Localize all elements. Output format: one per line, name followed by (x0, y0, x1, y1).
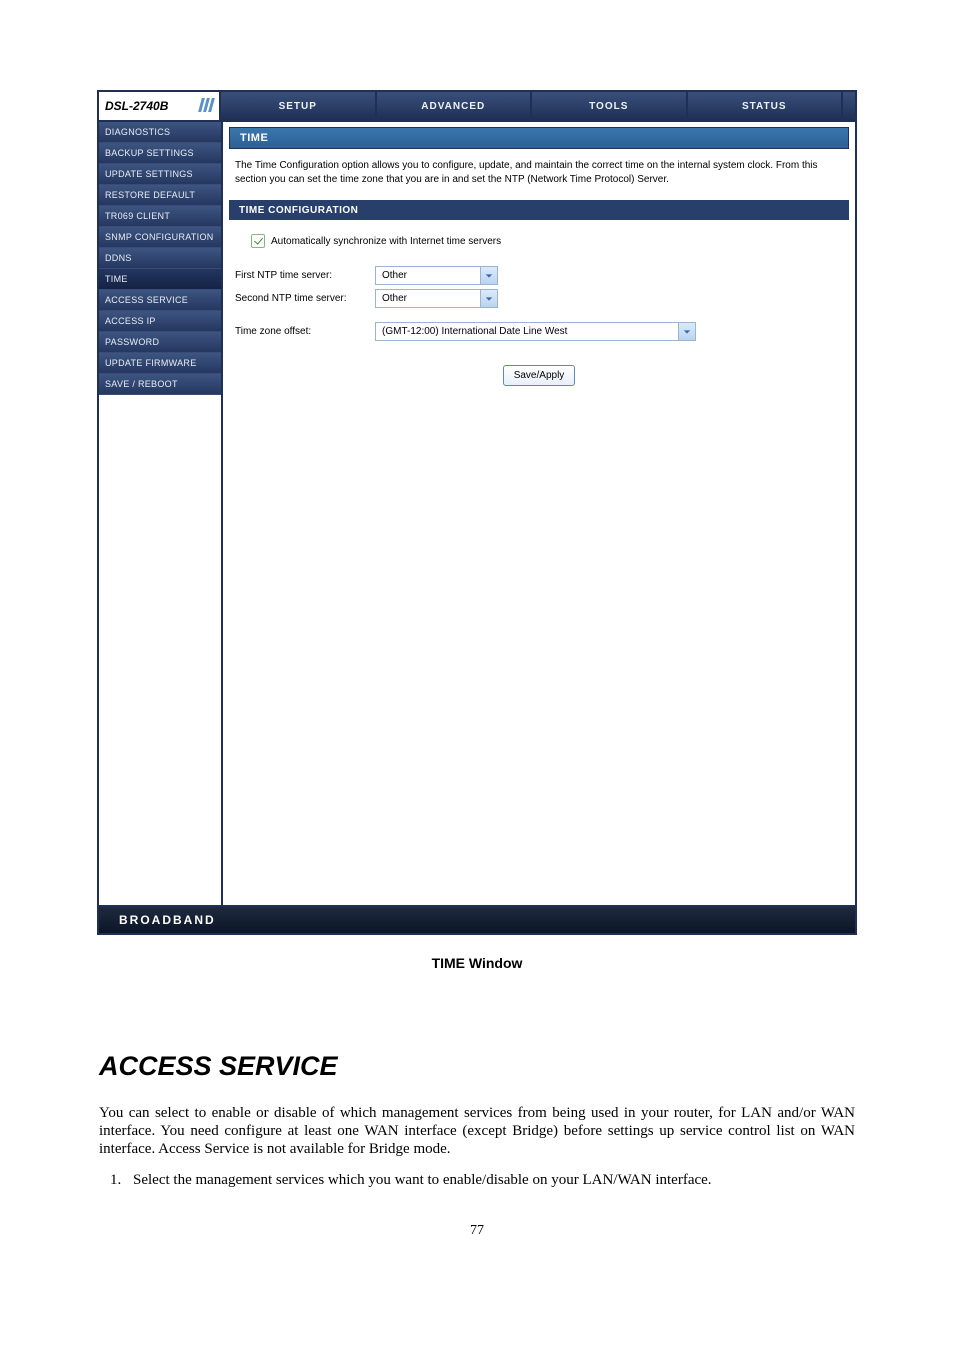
sidebar-item-restore-default[interactable]: RESTORE DEFAULT (99, 185, 221, 206)
tz-value: (GMT-12:00) International Date Line West (376, 323, 678, 340)
section-description: The Time Configuration option allows you… (223, 149, 855, 200)
doc-paragraph: You can select to enable or disable of w… (99, 1104, 855, 1158)
sidebar-item-password[interactable]: PASSWORD (99, 332, 221, 353)
section-title-time: TIME (229, 127, 849, 149)
tab-status[interactable]: STATUS (688, 92, 844, 120)
ntp2-select[interactable]: Other (375, 289, 498, 308)
sidebar-item-ddns[interactable]: DDNS (99, 248, 221, 269)
ntp1-select[interactable]: Other (375, 266, 498, 285)
ntp2-value: Other (376, 290, 480, 307)
auto-sync-label: Automatically synchronize with Internet … (271, 236, 501, 247)
router-ui: DSL-2740B SETUP ADVANCED TOOLS STATUS DI… (97, 90, 857, 935)
sidebar-item-save-reboot[interactable]: SAVE / REBOOT (99, 374, 221, 395)
ntp1-value: Other (376, 267, 480, 284)
sidebar: DIAGNOSTICS BACKUP SETTINGS UPDATE SETTI… (99, 122, 223, 905)
chevron-down-icon (480, 267, 497, 284)
device-model-label: DSL-2740B (105, 99, 168, 113)
sidebar-item-time[interactable]: TIME (99, 269, 221, 290)
sidebar-item-access-service[interactable]: ACCESS SERVICE (99, 290, 221, 311)
figure-caption: TIME Window (0, 955, 954, 971)
sidebar-item-update-settings[interactable]: UPDATE SETTINGS (99, 164, 221, 185)
tab-setup[interactable]: SETUP (221, 92, 377, 120)
ntp1-label: First NTP time server: (235, 270, 375, 281)
chevron-down-icon (678, 323, 695, 340)
sidebar-item-backup-settings[interactable]: BACKUP SETTINGS (99, 143, 221, 164)
doc-heading: ACCESS SERVICE (99, 1051, 855, 1082)
chevron-down-icon (480, 290, 497, 307)
sidebar-item-diagnostics[interactable]: DIAGNOSTICS (99, 122, 221, 143)
sidebar-item-tr069-client[interactable]: TR069 CLIENT (99, 206, 221, 227)
time-form: Automatically synchronize with Internet … (223, 220, 855, 404)
footer-brand: BROADBAND (99, 905, 855, 933)
tz-label: Time zone offset: (235, 326, 375, 337)
sidebar-item-snmp-configuration[interactable]: SNMP CONFIGURATION (99, 227, 221, 248)
tz-select[interactable]: (GMT-12:00) International Date Line West (375, 322, 696, 341)
auto-sync-checkbox[interactable] (251, 234, 265, 248)
device-model: DSL-2740B (99, 92, 221, 120)
top-tabs: SETUP ADVANCED TOOLS STATUS (221, 92, 855, 120)
main-empty-space (223, 404, 855, 834)
sidebar-item-access-ip[interactable]: ACCESS IP (99, 311, 221, 332)
tab-pad (843, 92, 855, 120)
tab-advanced[interactable]: ADVANCED (377, 92, 533, 120)
sidebar-fill (99, 395, 221, 905)
save-apply-button[interactable]: Save/Apply (503, 365, 576, 386)
main-panel: TIME The Time Configuration option allow… (223, 122, 855, 905)
sidebar-item-update-firmware[interactable]: UPDATE FIRMWARE (99, 353, 221, 374)
document-body: ACCESS SERVICE You can select to enable … (99, 1051, 855, 1189)
page-number: 77 (0, 1223, 954, 1239)
brand-bars-icon (200, 98, 213, 112)
ntp2-label: Second NTP time server: (235, 293, 375, 304)
doc-list-item-1: Select the management services which you… (125, 1172, 855, 1189)
tab-tools[interactable]: TOOLS (532, 92, 688, 120)
subsection-title-time-configuration: TIME CONFIGURATION (229, 200, 849, 220)
